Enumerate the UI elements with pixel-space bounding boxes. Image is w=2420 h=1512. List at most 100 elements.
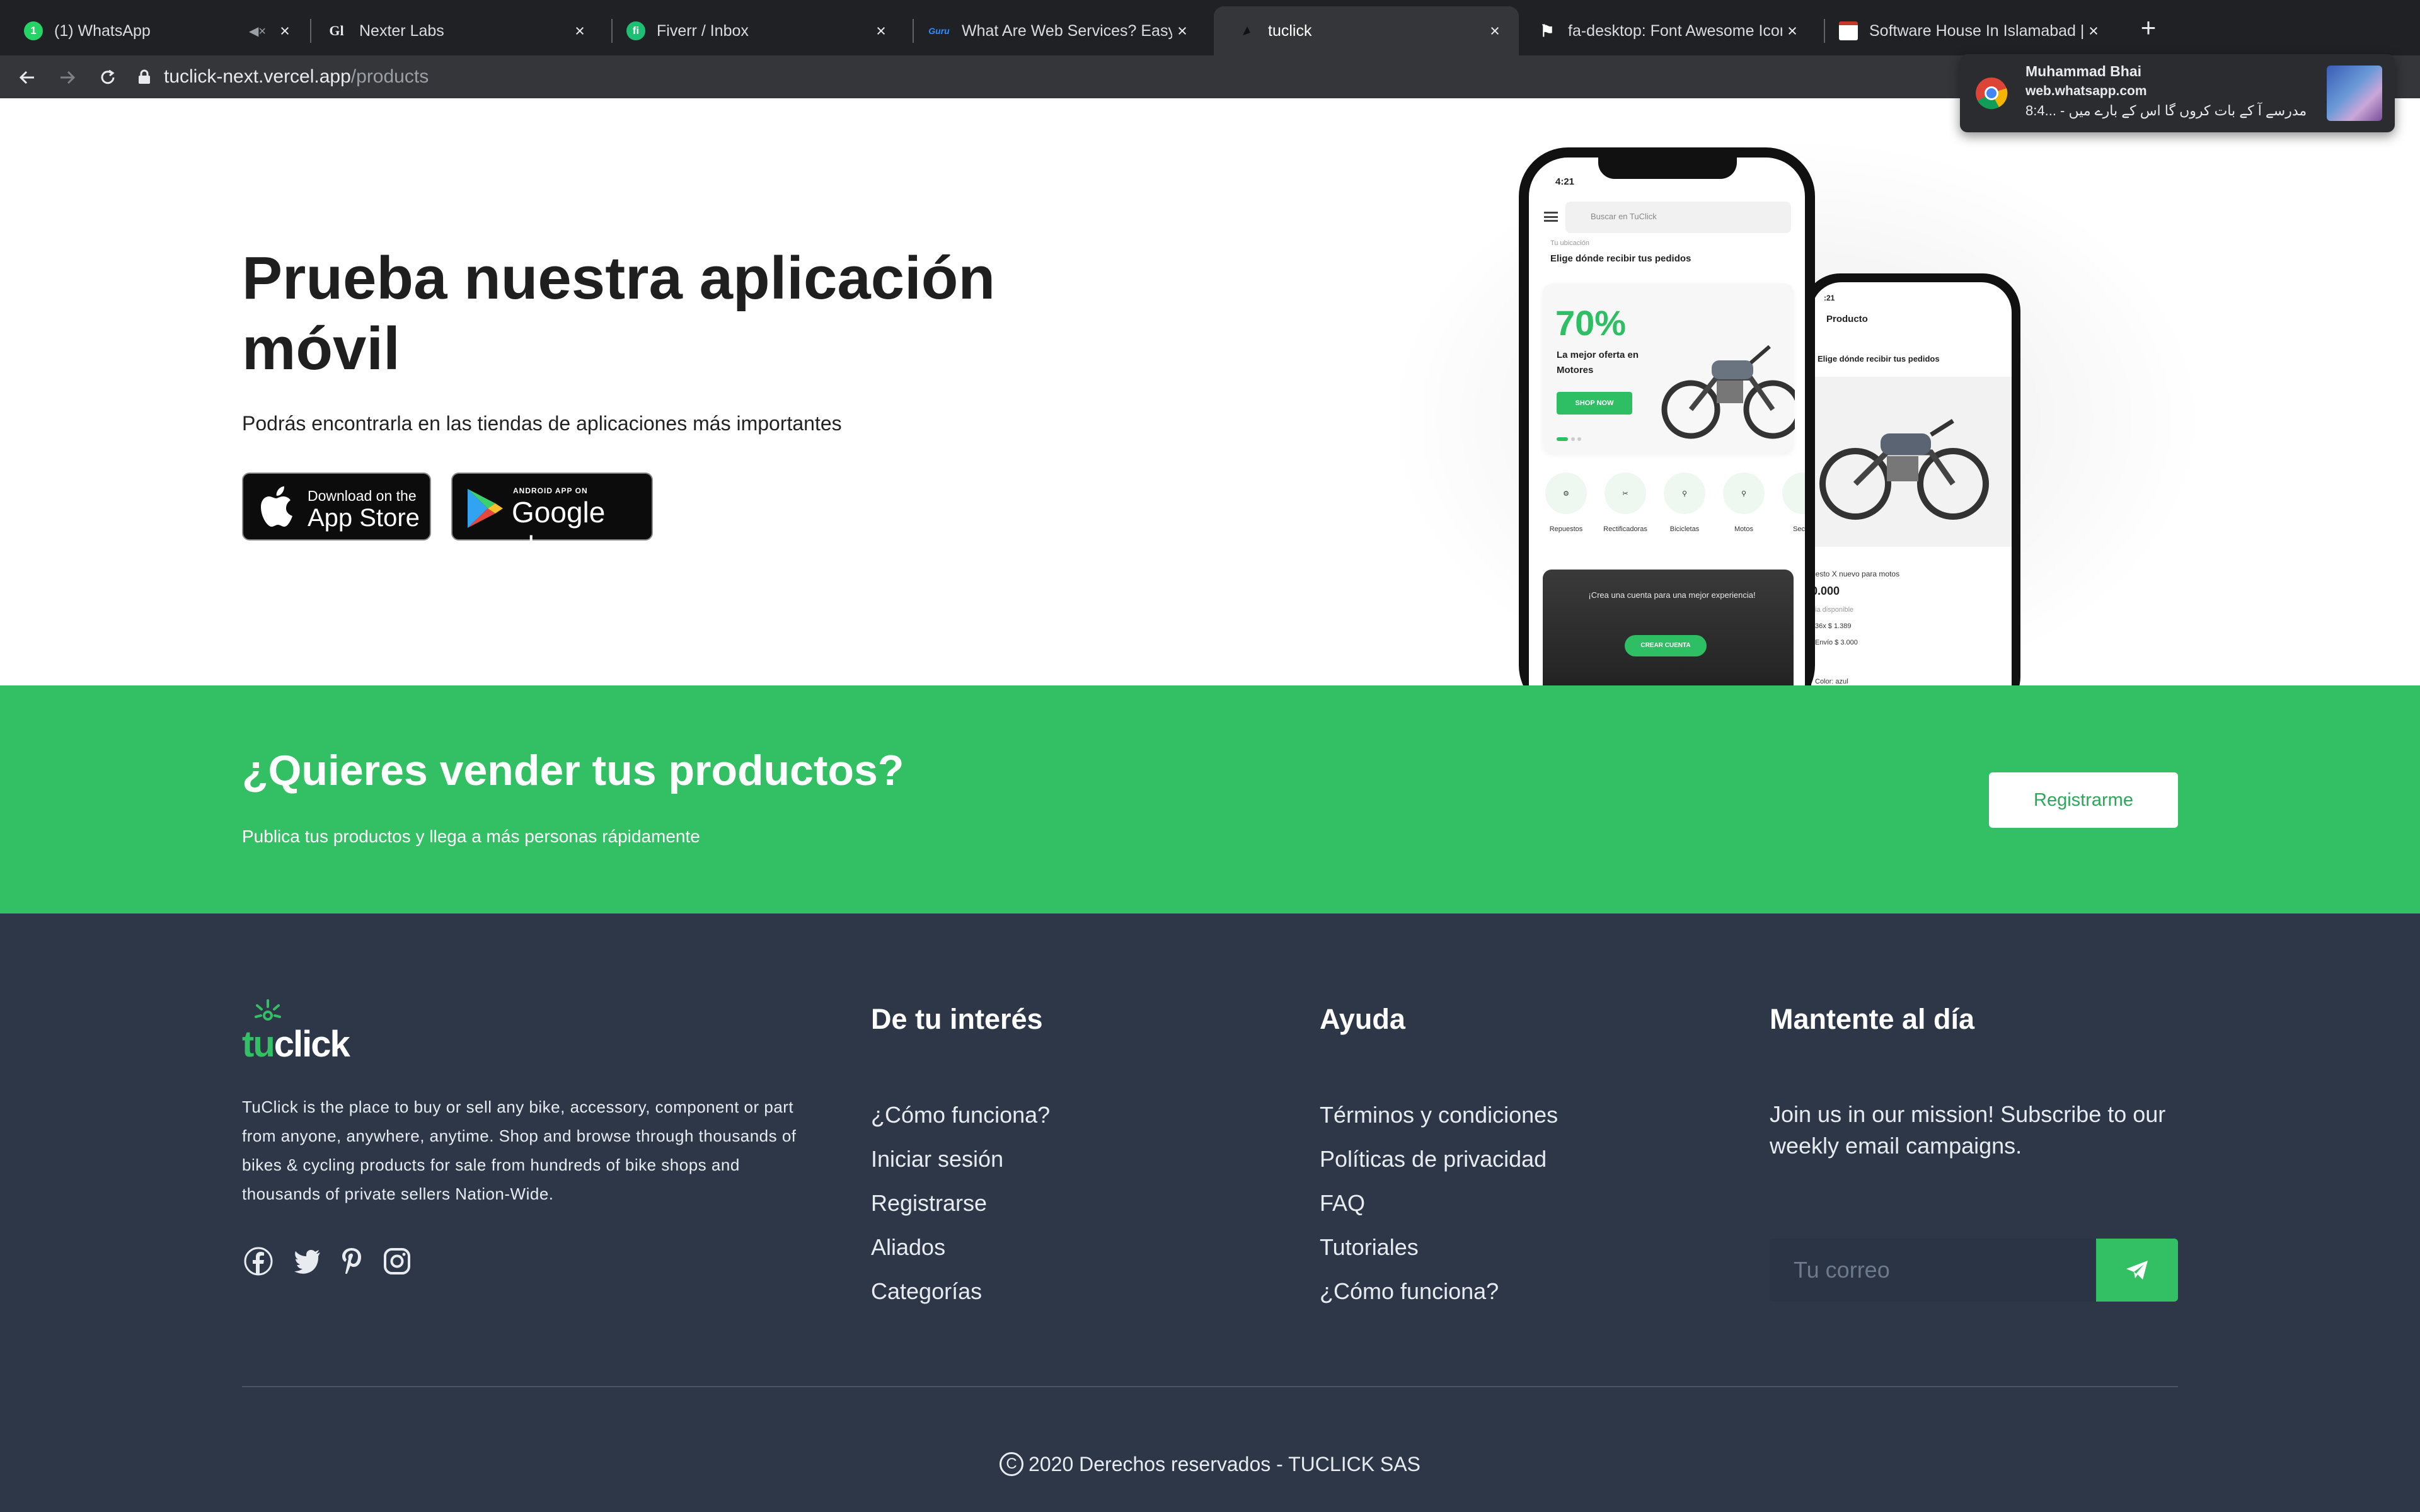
footer-divider: [242, 1386, 2178, 1387]
arrow-left-icon: [19, 71, 34, 84]
instagram-icon[interactable]: [381, 1245, 413, 1278]
page-icon: [1839, 21, 1858, 40]
footer-help-links: Términos y condiciones Políticas de priv…: [1320, 1101, 1558, 1322]
app-store-caption: Download on the: [308, 488, 417, 504]
reload-button[interactable]: [93, 63, 122, 92]
whatsapp-notification[interactable]: Muhammad Bhai web.whatsapp.com مدرسے آ ک…: [1960, 54, 2395, 132]
tab-title: Nexter Labs: [359, 21, 444, 40]
site-footer: tuclick TuClick is the place to buy or s…: [0, 914, 2420, 1512]
close-icon[interactable]: ×: [871, 21, 891, 41]
tab-title: fa-desktop: Font Awesome Icon: [1568, 21, 1782, 40]
cta-title: ¿Quieres vender tus productos?: [242, 747, 904, 794]
tuclick-icon: [1238, 21, 1257, 40]
tab-software-house[interactable]: Software House In Islamabad | ×: [1815, 6, 2118, 55]
tab-tuclick[interactable]: tuclick ×: [1214, 6, 1519, 55]
close-icon[interactable]: ×: [1172, 21, 1192, 41]
close-icon[interactable]: ×: [2083, 21, 2104, 41]
phone-screen: 4:21 Buscar en TuClick Tu ubicación Elig…: [1529, 158, 1805, 685]
forward-button[interactable]: [53, 63, 82, 92]
footer-link-terms[interactable]: Términos y condiciones: [1320, 1101, 1558, 1145]
footer-link-login[interactable]: Iniciar sesión: [871, 1145, 1050, 1189]
tab-font-awesome[interactable]: ⚑ fa-desktop: Font Awesome Icon ×: [1514, 6, 1816, 55]
gear-icon: ⚙: [1545, 472, 1587, 514]
phone-screen: :21 Producto Elige dónde recibir tus ped…: [1811, 282, 2012, 685]
category-icon: [1782, 472, 1805, 514]
back-button[interactable]: [13, 63, 42, 92]
phone-time: 4:21: [1555, 176, 1575, 187]
phone-notch: [1598, 158, 1737, 179]
promo-text: La mejor oferta en Motores: [1557, 350, 1639, 375]
product-price: 0.000: [1811, 585, 1840, 597]
hero-subtitle: Podrás encontrarla en las tiendas de apl…: [242, 412, 842, 435]
logo-wordmark: tuclick: [242, 1024, 350, 1065]
cta-subtitle: Publica tus productos y llega a más pers…: [242, 827, 700, 846]
speaker-muted-icon[interactable]: ◀×: [249, 23, 266, 39]
url-path: /products: [350, 66, 429, 87]
footer-link-faq[interactable]: FAQ: [1320, 1189, 1558, 1234]
newsletter-submit-button[interactable]: [2096, 1239, 2178, 1302]
app-promo-section: Prueba nuestra aplicación móvil Podrás e…: [0, 98, 2420, 685]
product-color: Color: azul: [1815, 678, 1848, 685]
tab-nexter-labs[interactable]: Gl Nexter Labs ×: [301, 6, 604, 55]
fiverr-icon: fi: [626, 21, 645, 40]
flag-icon: ⚑: [1540, 21, 1555, 40]
whatsapp-icon: 1: [24, 21, 43, 40]
google-play-caption: ANDROID APP ON: [513, 486, 588, 495]
footer-interest-title: De tu interés: [871, 1003, 1043, 1035]
footer-link-partners[interactable]: Aliados: [871, 1234, 1050, 1278]
create-account-button: CREAR CUENTA: [1625, 635, 1707, 656]
footer-link-how-it-works[interactable]: ¿Cómo funciona?: [871, 1101, 1050, 1145]
footer-link-tutorials[interactable]: Tutoriales: [1320, 1234, 1558, 1278]
product-name: uesto X nuevo para motos: [1811, 570, 1900, 578]
phone-search-placeholder: Buscar en TuClick: [1591, 212, 1657, 221]
chrome-icon: [1976, 77, 2008, 110]
sell-cta-section: ¿Quieres vender tus productos? Publica t…: [0, 685, 2420, 914]
new-tab-button[interactable]: +: [2133, 13, 2164, 44]
glint-icon: Gl: [329, 23, 344, 38]
footer-link-privacy[interactable]: Políticas de privacidad: [1320, 1145, 1558, 1189]
tab-title: Fiverr / Inbox: [657, 21, 749, 40]
close-icon[interactable]: ×: [1485, 21, 1505, 41]
tab-web-services[interactable]: Guru What Are Web Services? Easy E ×: [904, 6, 1206, 55]
notification-thumbnail: [2327, 66, 2382, 121]
phone-mockup-home: 4:21 Buscar en TuClick Tu ubicación Elig…: [1519, 147, 1815, 685]
motorcycle-icon: [1819, 419, 1989, 520]
close-icon[interactable]: ×: [1782, 21, 1802, 41]
footer-link-how-it-works-help[interactable]: ¿Cómo funciona?: [1320, 1278, 1558, 1322]
tab-whatsapp[interactable]: 1 (1) WhatsApp ◀× ×: [0, 6, 309, 55]
hero-title: Prueba nuestra aplicación móvil: [242, 244, 996, 382]
pinterest-icon[interactable]: [335, 1245, 368, 1278]
paper-plane-icon: [2126, 1261, 2148, 1280]
address-bar[interactable]: tuclick-next.vercel.app/products: [137, 59, 1965, 94]
newsletter-email-input[interactable]: [1770, 1239, 2097, 1302]
phone-category-row: ⚙ Repuestos ✂ Rectificadoras ⚲ Bicicletas ⚲…: [1538, 472, 1805, 542]
category-item: ⚲ Motos: [1715, 472, 1772, 533]
menu-icon: [1544, 212, 1558, 222]
product-title: Producto: [1826, 314, 1868, 324]
register-button[interactable]: Registrarme: [1989, 772, 2178, 828]
tuclick-logo[interactable]: tuclick: [242, 998, 355, 1065]
twitter-icon[interactable]: [291, 1245, 324, 1278]
app-store-label: App Store: [308, 504, 420, 532]
footer-link-categories[interactable]: Categorías: [871, 1278, 1050, 1322]
google-play-icon: [468, 489, 503, 528]
footer-newsletter-title: Mantente al día: [1770, 1003, 1975, 1035]
tab-fiverr[interactable]: fi Fiverr / Inbox ×: [602, 6, 905, 55]
close-icon[interactable]: ×: [275, 21, 295, 41]
copyright-text: C 2020 Derechos reservados - TUCLICK SAS: [0, 1452, 2420, 1478]
notification-message: مدرسے آ کے بات کروں گا اس کے بارے میں - …: [2025, 103, 2307, 118]
apple-icon: [261, 486, 292, 527]
tab-title: What Are Web Services? Easy E: [962, 21, 1172, 40]
google-play-button[interactable]: ANDROID APP ON Google play: [451, 472, 653, 563]
facebook-icon[interactable]: [242, 1245, 275, 1278]
tools-icon: ✂: [1605, 472, 1646, 514]
close-icon[interactable]: ×: [570, 21, 590, 41]
product-stock: ia disponible: [1815, 606, 1854, 614]
footer-link-register[interactable]: Registrarse: [871, 1189, 1050, 1234]
phone-time: :21: [1824, 294, 1835, 302]
guru-icon: Guru: [928, 26, 950, 36]
phone-location-label: Tu ubicación: [1550, 239, 1589, 247]
category-item: ⚙ Repuestos: [1538, 472, 1594, 533]
arrow-right-icon: [60, 71, 76, 84]
app-store-button[interactable]: Download on the App Store: [242, 472, 431, 541]
